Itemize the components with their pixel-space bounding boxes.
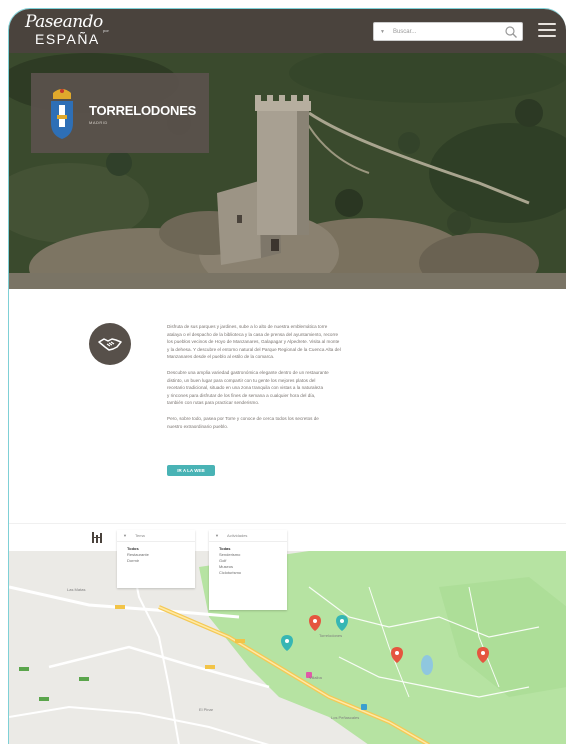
theme-dropdown[interactable]: ▼ Tema Todos Restaurante Dormir <box>117 530 195 588</box>
text-line: Pero, sobre todo, pasea por Torre y cono… <box>167 415 319 421</box>
province-name: MADRID <box>89 120 108 125</box>
map-label: Torrelodones <box>319 633 343 638</box>
map-label: Villalba <box>309 675 322 680</box>
text-line: Manzanares desde el pueblo al estilo de … <box>167 354 275 360</box>
text-line: recetario tradicional, situado en una zo… <box>167 385 324 391</box>
map-canvas[interactable] <box>9 547 566 744</box>
map-label: Los Peñascales <box>331 715 360 720</box>
search-input[interactable]: Buscar... <box>393 29 504 35</box>
map-area[interactable]: Las Matas El Pinar Torrelodones Villalba… <box>9 547 566 744</box>
activities-dropdown[interactable]: ▼ Actividades Todas Senderismo Golf Muse… <box>209 530 287 610</box>
text-line: distinto, un buen lugar para compartir c… <box>167 377 316 383</box>
chevron-down-icon[interactable]: ▼ <box>123 533 127 538</box>
text-line: Disfruta de sus parques y jardines, sube… <box>167 324 328 329</box>
hamburger-icon[interactable] <box>538 21 556 39</box>
menu-bar <box>538 23 556 25</box>
menu-bar <box>538 35 556 37</box>
theme-dropdown-header[interactable]: ▼ Tema <box>117 530 195 542</box>
town-name: TORRELODONES <box>89 103 197 118</box>
text-line: Descubre una amplia variedad gastronómic… <box>167 369 329 375</box>
text-line: y la dehesa. Y descubre el entorno natur… <box>167 346 341 352</box>
theme-dropdown-label: Tema <box>134 533 145 538</box>
intro-section: Disfruta de sus parques y jardines, sube… <box>9 289 566 525</box>
intro-text: Disfruta de sus parques y jardines, sube… <box>167 323 429 438</box>
site-logo[interactable]: Paseando por ESPAÑA <box>25 13 125 51</box>
coat-of-arms-icon <box>51 89 73 139</box>
activities-dropdown-label: Actividades <box>226 533 248 538</box>
logo-script: Paseando <box>25 12 103 32</box>
text-line: atalaya o el despacho de la biblioteca y… <box>167 331 339 337</box>
logo-country: ESPAÑA <box>35 31 100 47</box>
map-label: Las Matas <box>67 587 86 592</box>
map-filters-bar: ▼ Tema Todos Restaurante Dormir ▼ Activi… <box>9 523 566 610</box>
search-caret-icon[interactable]: ▼ <box>380 29 385 35</box>
town-badge: TORRELODONES MADRID <box>31 73 209 153</box>
activity-option[interactable]: Cicloturismo <box>219 570 287 576</box>
top-header: Paseando por ESPAÑA ▼ Buscar... <box>9 9 566 53</box>
activities-dropdown-header[interactable]: ▼ Actividades <box>209 530 287 542</box>
text-line: los pueblos vecinos de Hoyo de Manzanare… <box>167 339 340 345</box>
page-frame: Paseando por ESPAÑA ▼ Buscar... TORRELOD… <box>8 8 566 744</box>
theme-options: Todos Restaurante Dormir <box>117 542 195 564</box>
text-line: nuestro extraordinario pueblo. <box>167 423 229 429</box>
text-line: también con rutas para practicar senderi… <box>167 400 260 406</box>
handshake-glyph <box>98 338 122 351</box>
search-box[interactable]: ▼ Buscar... <box>373 22 523 41</box>
theme-option[interactable]: Dormir <box>127 558 195 564</box>
map-label: El Pinar <box>199 707 214 712</box>
handshake-icon <box>89 323 131 365</box>
torrelodones-logo-icon <box>92 532 102 543</box>
map-poi-marker[interactable] <box>361 704 367 710</box>
logo-suffix: por <box>103 28 109 33</box>
paragraph-2: Descubre una amplia variedad gastronómic… <box>167 369 429 407</box>
text-line: y rincones para disfrutar de los fines d… <box>167 392 316 398</box>
paragraph-1: Disfruta de sus parques y jardines, sube… <box>167 323 429 361</box>
visit-website-button[interactable]: IR A LA WEB <box>167 465 215 476</box>
hero-image: TORRELODONES MADRID <box>9 53 566 289</box>
search-icon[interactable] <box>504 25 518 39</box>
menu-bar <box>538 29 556 31</box>
activities-options: Todas Senderismo Golf Museos Cicloturism… <box>209 542 287 576</box>
chevron-down-icon[interactable]: ▼ <box>215 533 219 538</box>
paragraph-3: Pero, sobre todo, pasea por Torre y cono… <box>167 415 429 430</box>
